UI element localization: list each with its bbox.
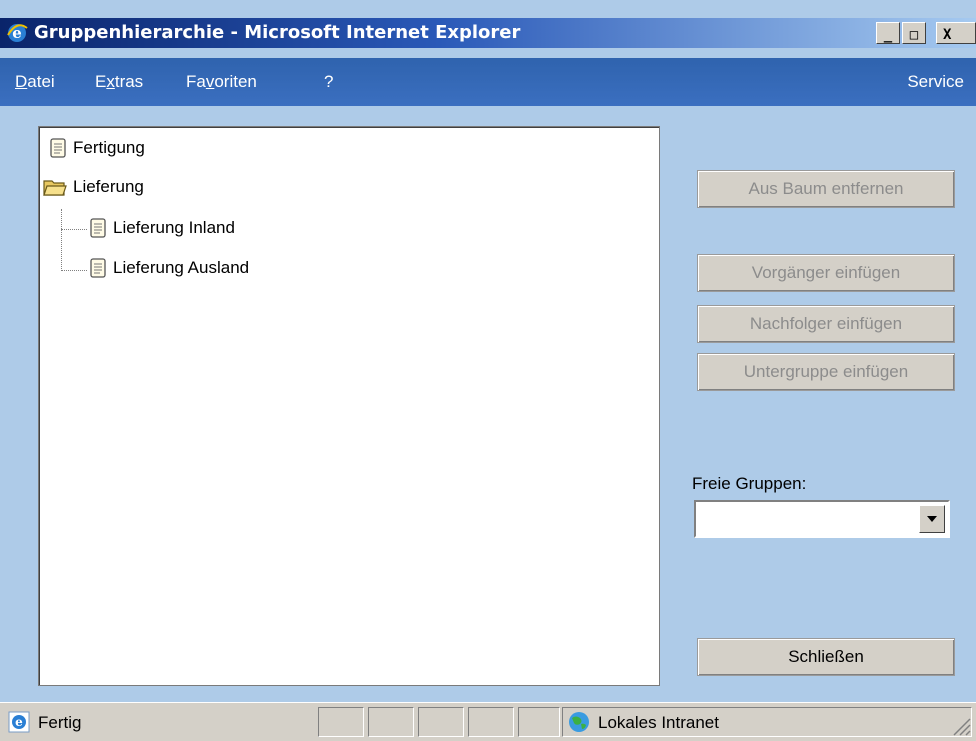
tree-item-label: Lieferung	[73, 177, 144, 196]
menu-datei[interactable]: Datei	[15, 72, 55, 92]
tree-item-lieferung-inland[interactable]: Lieferung Inland	[89, 217, 235, 239]
document-icon	[50, 138, 66, 158]
tree-connector-inland	[61, 229, 87, 230]
group-tree[interactable]: Fertigung Lieferung Lieferung Inland Lie…	[38, 126, 660, 686]
tree-item-label: Fertigung	[73, 138, 145, 157]
document-icon	[90, 218, 106, 238]
status-cell	[368, 707, 414, 737]
tree-item-fertigung[interactable]: Fertigung	[49, 137, 145, 159]
minimize-button[interactable]: _	[876, 22, 900, 44]
ie-window: e Gruppenhierarchie - Microsoft Internet…	[0, 0, 976, 741]
menu-bar: Datei Extras Favoriten ? Service	[0, 58, 976, 106]
status-cell	[468, 707, 514, 737]
maximize-icon: □	[909, 27, 919, 43]
insert-predecessor-button[interactable]: Vorgänger einfügen	[697, 254, 955, 292]
close-dialog-button[interactable]: Schließen	[697, 638, 955, 676]
menu-favoriten[interactable]: Favoriten	[186, 72, 257, 92]
document-icon	[90, 258, 106, 278]
internet-explorer-icon: e	[7, 24, 28, 42]
menu-extras-label-end: tras	[114, 72, 144, 91]
tree-item-label: Lieferung Inland	[113, 218, 235, 237]
remove-from-tree-button[interactable]: Aus Baum entfernen	[697, 170, 955, 208]
svg-text:e: e	[15, 715, 23, 729]
status-cell	[518, 707, 560, 737]
menu-help[interactable]: ?	[324, 72, 333, 92]
tree-item-lieferung-ausland[interactable]: Lieferung Ausland	[89, 257, 249, 279]
menu-extras-accesskey: x	[106, 72, 115, 91]
close-icon: X	[943, 27, 952, 43]
title-bar: e Gruppenhierarchie - Microsoft Internet…	[0, 18, 976, 48]
menu-favoriten-label-start: Fa	[186, 72, 206, 91]
menu-favoriten-label-end: oriten	[214, 72, 257, 91]
maximize-button[interactable]: □	[902, 22, 926, 44]
free-groups-label: Freie Gruppen:	[692, 474, 807, 493]
minimize-icon: _	[883, 27, 893, 43]
chevron-down-icon	[927, 516, 937, 522]
security-zone-label: Lokales Intranet	[598, 713, 719, 732]
status-bar: e Fertig Lokales Intranet	[0, 702, 976, 741]
menu-datei-label: atei	[27, 72, 55, 91]
tree-connector-ausland	[61, 270, 87, 271]
menu-service[interactable]: Service	[907, 72, 964, 92]
menu-extras-label-start: E	[95, 72, 107, 91]
window-title: Gruppenhierarchie - Microsoft Internet E…	[34, 22, 521, 43]
insert-subgroup-button[interactable]: Untergruppe einfügen	[697, 353, 955, 391]
insert-successor-button[interactable]: Nachfolger einfügen	[697, 305, 955, 343]
page-status-icon: e	[8, 711, 30, 733]
close-button[interactable]: X	[936, 22, 976, 44]
tree-item-lieferung[interactable]: Lieferung	[43, 177, 144, 197]
open-folder-icon	[43, 180, 67, 196]
menu-extras[interactable]: Extras	[95, 72, 143, 92]
tree-connector-vertical	[61, 209, 62, 271]
tree-item-label: Lieferung Ausland	[113, 258, 250, 277]
status-cell	[318, 707, 364, 737]
resize-grip-icon[interactable]	[950, 715, 972, 737]
status-text: Fertig	[38, 713, 82, 732]
menu-datei-accesskey: D	[15, 72, 28, 91]
free-groups-select[interactable]	[694, 500, 950, 538]
status-cell	[418, 707, 464, 737]
intranet-globe-icon	[569, 712, 589, 732]
dropdown-arrow-button[interactable]	[919, 505, 945, 533]
